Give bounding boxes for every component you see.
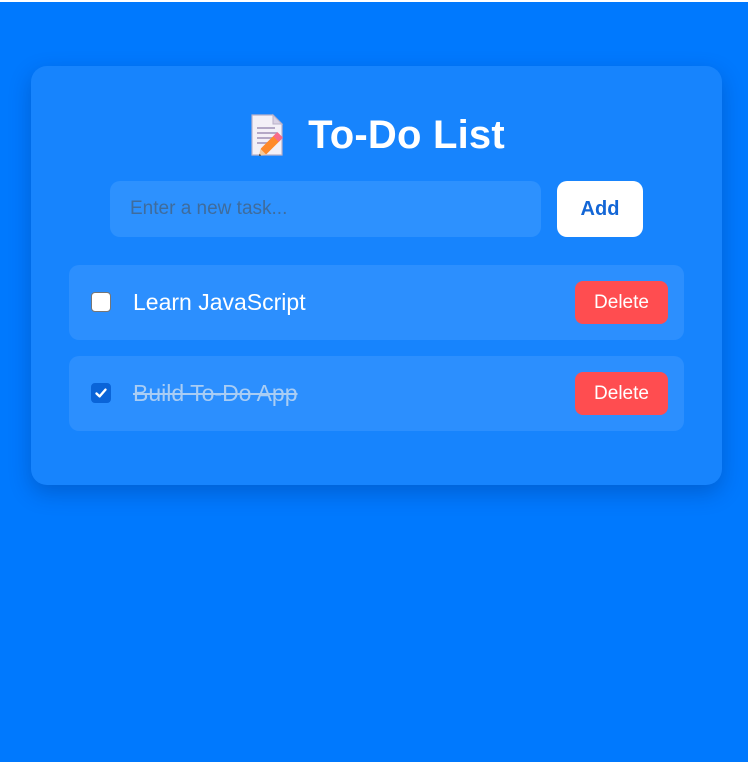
task-item: Learn JavaScript Delete [69, 265, 684, 340]
task-label: Build To-Do App [133, 380, 298, 406]
top-edge [0, 0, 748, 2]
task-checkbox[interactable] [91, 383, 111, 403]
delete-task-button[interactable]: Delete [575, 372, 668, 415]
delete-task-button[interactable]: Delete [575, 281, 668, 324]
add-task-button[interactable]: Add [557, 181, 643, 237]
memo-icon [248, 113, 288, 157]
task-list: Learn JavaScript Delete Build To-Do App … [69, 265, 684, 447]
todo-card: To-Do List Add Learn JavaScript Delete B… [31, 66, 722, 485]
title-text: To-Do List [308, 112, 505, 157]
task-checkbox[interactable] [91, 292, 111, 312]
checkmark-icon [95, 388, 107, 398]
new-task-input[interactable] [110, 181, 541, 237]
task-label: Learn JavaScript [133, 289, 306, 315]
page-title: To-Do List [31, 110, 722, 160]
task-item: Build To-Do App Delete [69, 356, 684, 431]
